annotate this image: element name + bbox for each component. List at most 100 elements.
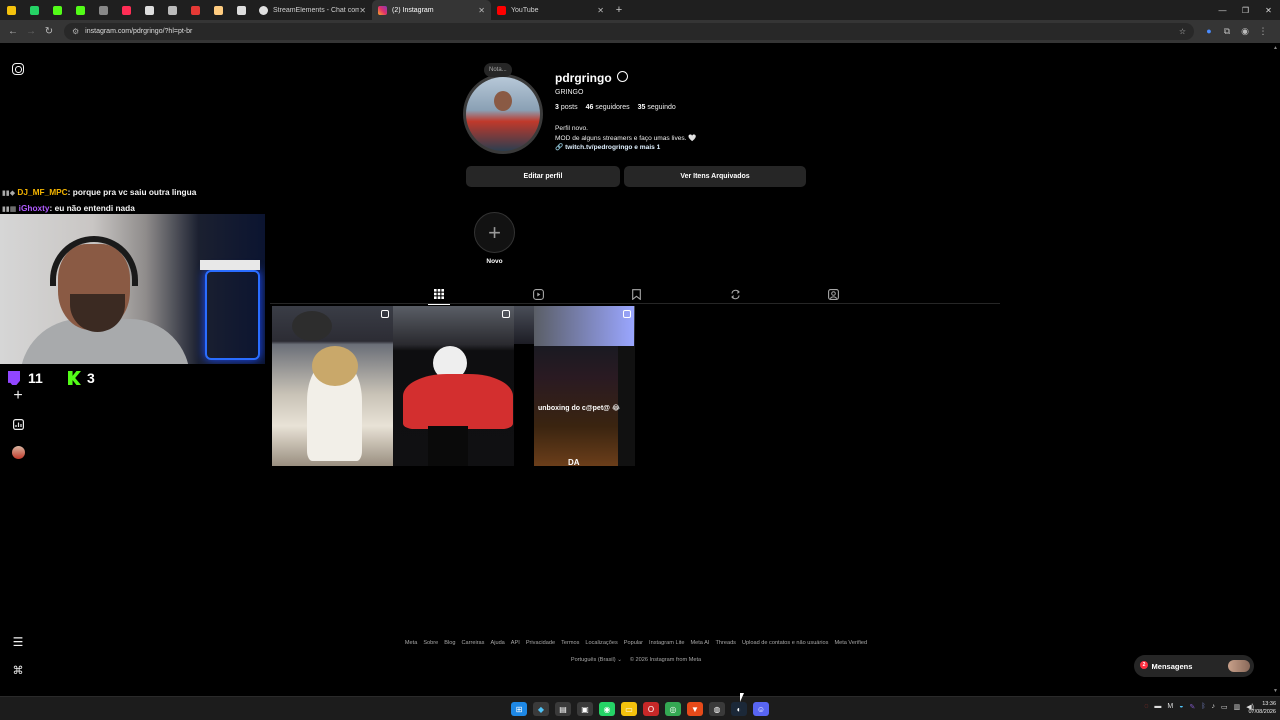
address-bar[interactable]: ⚙ instagram.com/pdrgringo/?hl=pt-br ☆	[64, 23, 1194, 40]
tray-edge-icon[interactable]: ◒	[1179, 703, 1183, 711]
footer-link[interactable]: Instagram Lite	[649, 640, 684, 646]
scrollbar[interactable]: ▲ ▼	[1272, 43, 1280, 696]
pinned-tab[interactable]	[46, 0, 69, 20]
file-explorer-icon[interactable]: ▭	[621, 702, 637, 716]
footer-link[interactable]: Localizações	[585, 640, 617, 646]
settings-gear-icon[interactable]	[617, 71, 628, 82]
close-icon[interactable]: ✕	[478, 6, 485, 15]
instagram-logo-icon[interactable]	[12, 63, 24, 75]
opera-icon[interactable]: O	[643, 702, 659, 716]
pinned-tab[interactable]	[230, 0, 253, 20]
profile-tabs	[270, 284, 1000, 305]
extensions-puzzle-icon[interactable]: ⧉	[1218, 26, 1236, 37]
pinned-tab[interactable]	[69, 0, 92, 20]
pinned-tab[interactable]	[92, 0, 115, 20]
menu-kebab-icon[interactable]: ⋮	[1254, 26, 1272, 37]
back-button[interactable]: ←	[4, 26, 22, 37]
post-thumbnail[interactable]: unboxing do c@pet@ 😂 DA	[514, 306, 635, 466]
footer-link[interactable]: Privacidade	[526, 640, 555, 646]
start-windows-icon[interactable]: ⊞	[511, 702, 527, 716]
language-select[interactable]: Português (Brasil) ⌄	[571, 657, 622, 663]
pinned-tab[interactable]	[207, 0, 230, 20]
footer-link[interactable]: Ajuda	[490, 640, 504, 646]
minimize-button[interactable]: —	[1211, 6, 1234, 15]
tray-network-icon[interactable]: ▥	[1234, 703, 1241, 711]
pinned-tab[interactable]	[23, 0, 46, 20]
bookmark-star-icon[interactable]: ☆	[1179, 27, 1186, 36]
tab-youtube[interactable]: YouTube ✕	[491, 0, 610, 20]
discord-icon[interactable]: ☺	[753, 702, 769, 716]
pinned-tab[interactable]	[161, 0, 184, 20]
capture-icon[interactable]: ▣	[577, 702, 593, 716]
tab-posts-grid-icon[interactable]	[428, 287, 450, 305]
dashboard-icon[interactable]	[11, 417, 25, 431]
forward-button[interactable]: →	[22, 26, 40, 37]
tray-mic-icon[interactable]: ♪	[1212, 703, 1216, 711]
tray-app-icon[interactable]: M	[1167, 703, 1173, 711]
profile-icon[interactable]: ◉	[1236, 26, 1254, 37]
following-stat[interactable]: 35 seguindo	[638, 104, 676, 111]
tray-display-icon[interactable]: ▭	[1221, 703, 1228, 711]
new-highlight-button[interactable]: +	[474, 212, 515, 253]
close-icon[interactable]: ✕	[597, 6, 604, 15]
tab-streamelements[interactable]: StreamElements - Chat command ✕	[253, 0, 372, 20]
profile-avatar[interactable]	[463, 74, 543, 154]
posts-count: 3	[555, 104, 559, 111]
footer-link[interactable]: Sobre	[423, 640, 438, 646]
chevron-down-icon: ⌄	[617, 657, 622, 663]
tab-tagged-icon[interactable]	[826, 287, 840, 301]
taskbar-clock[interactable]: 13:36 07/08/2026	[1248, 700, 1276, 716]
site-info-icon[interactable]: ⚙	[72, 27, 79, 36]
tab-instagram[interactable]: (2) Instagram ✕	[372, 0, 491, 20]
profile-link[interactable]: 🔗 twitch.tv/pedrogringo e mais 1	[555, 143, 660, 151]
restore-button[interactable]: ❐	[1234, 6, 1257, 15]
scroll-up-arrow-icon[interactable]: ▲	[1273, 45, 1278, 51]
whatsapp-icon[interactable]: ◉	[599, 702, 615, 716]
post-thumbnail[interactable]	[272, 306, 393, 466]
footer-link[interactable]: Popular	[624, 640, 643, 646]
create-plus-icon[interactable]: +	[11, 387, 25, 404]
post-thumbnail[interactable]	[393, 306, 514, 466]
view-archive-button[interactable]: Ver Itens Arquivados	[624, 166, 806, 187]
footer-link[interactable]: Blog	[444, 640, 455, 646]
tab-reels-icon[interactable]	[531, 287, 545, 301]
tray-controller-icon[interactable]: ▬	[1154, 703, 1161, 711]
footer-link[interactable]: API	[511, 640, 520, 646]
footer-link[interactable]: Meta AI	[690, 640, 709, 646]
tray-opera-icon[interactable]: ◌	[1144, 703, 1148, 711]
profile-avatar-icon[interactable]	[11, 445, 25, 459]
pinned-tab[interactable]	[184, 0, 207, 20]
pinned-tab[interactable]	[115, 0, 138, 20]
favicon-icon	[7, 5, 16, 15]
footer-link[interactable]: Termos	[561, 640, 579, 646]
edit-profile-button[interactable]: Editar perfil	[466, 166, 620, 187]
terminal-icon[interactable]: ▤	[555, 702, 571, 716]
tray-bluetooth-icon[interactable]: ᛒ	[1201, 703, 1205, 711]
tab-reposts-icon[interactable]	[728, 287, 742, 301]
new-tab-button[interactable]: +	[610, 4, 628, 16]
tab-saved-icon[interactable]	[629, 287, 643, 301]
scroll-down-arrow-icon[interactable]: ▼	[1273, 688, 1278, 694]
close-icon[interactable]: ✕	[359, 6, 366, 15]
pinned-tab[interactable]	[138, 0, 161, 20]
favicon-icon	[53, 5, 62, 15]
steam-icon[interactable]: ◐	[731, 702, 747, 716]
chrome-icon[interactable]: ◎	[665, 702, 681, 716]
pinned-tab[interactable]	[0, 0, 23, 20]
messages-button[interactable]: ✈ 2 Mensagens	[1134, 655, 1254, 677]
footer-link[interactable]: Threads	[715, 640, 736, 646]
extension-icon[interactable]: ●	[1200, 26, 1218, 37]
widgets-icon[interactable]: ◆	[533, 702, 549, 716]
obs-icon[interactable]: ◍	[709, 702, 725, 716]
tray-pen-icon[interactable]: ✎	[1189, 703, 1195, 711]
brave-icon[interactable]: ▼	[687, 702, 703, 716]
footer-link[interactable]: Carreiras	[461, 640, 484, 646]
window-close-button[interactable]: ✕	[1257, 6, 1280, 15]
footer-link[interactable]: Upload de contatos e não usuários	[742, 640, 828, 646]
footer-link[interactable]: Meta	[405, 640, 417, 646]
threads-icon[interactable]: ⌘	[11, 663, 25, 677]
footer-link[interactable]: Meta Verified	[834, 640, 867, 646]
reload-button[interactable]: ↻	[40, 26, 58, 37]
followers-stat[interactable]: 46 seguidores	[586, 104, 630, 111]
note-bubble[interactable]: Nota...	[484, 63, 512, 77]
